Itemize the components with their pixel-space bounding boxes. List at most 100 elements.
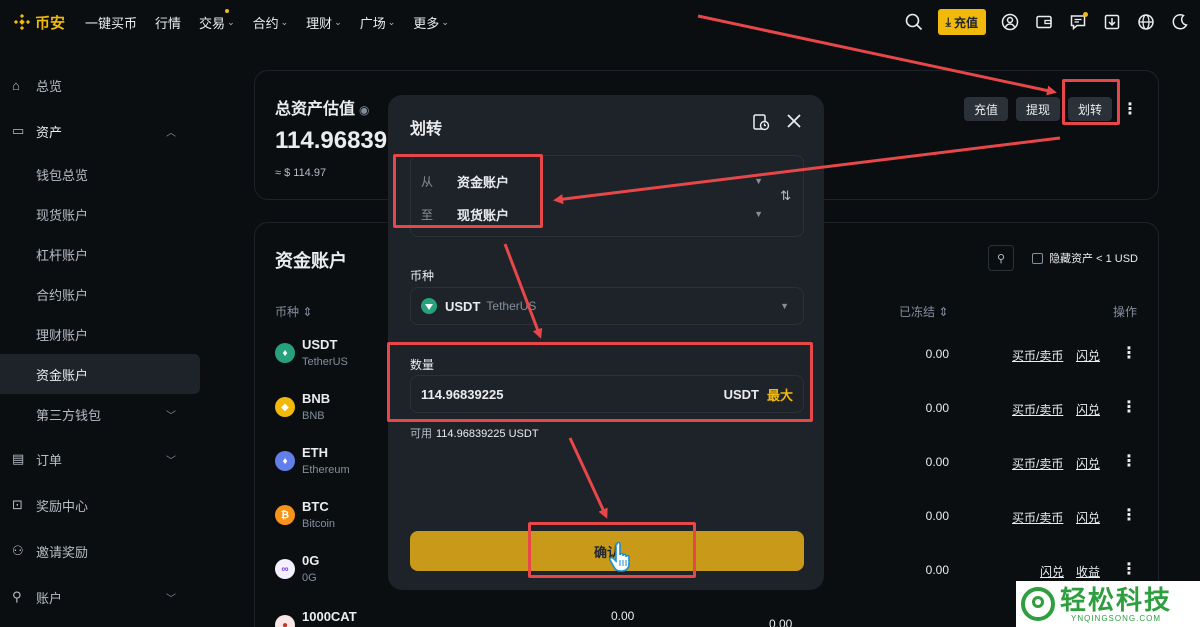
nav-item[interactable]: 行情	[155, 13, 181, 32]
wallet-icon[interactable]	[1034, 12, 1054, 32]
nav-item[interactable]: 交易 ⌄	[199, 8, 235, 32]
transfer-button[interactable]: 划转	[1067, 97, 1112, 121]
swap-icon[interactable]: ⇅	[780, 188, 791, 204]
sidebar-subitem[interactable]: 理财账户	[0, 314, 200, 354]
estimate-usd: ≈ $ 114.97	[275, 167, 327, 179]
coin-symbol: BNB	[302, 391, 331, 406]
coin-name: Ethereum	[302, 464, 350, 476]
row-action-link[interactable]: 闪兑	[1076, 401, 1100, 418]
chevron-up-icon: ︿	[166, 127, 176, 139]
history-icon[interactable]	[752, 113, 770, 134]
chevron-down-icon: ⌄	[387, 16, 396, 27]
row-action-link[interactable]: 闪兑	[1076, 509, 1100, 526]
top-deposit-button[interactable]: ⤓ 充值	[937, 9, 986, 35]
brand-name: 币安	[35, 14, 66, 32]
coin-symbol: 0G	[302, 553, 320, 568]
frozen-amount: 0.00	[925, 509, 949, 523]
brand-logo[interactable]: 币安	[14, 12, 65, 33]
usdt-icon	[421, 298, 437, 314]
sidebar-item-rewards[interactable]: ⊡ 奖励中心	[0, 482, 200, 528]
funding-title: 资金账户	[275, 251, 347, 271]
frozen-amount: 0.00	[925, 401, 949, 415]
from-to-selector: 从 资金账户 ▼ 至 现货账户 ▼ ⇅	[410, 155, 804, 237]
estimate-value: 114.96839	[275, 127, 388, 154]
more-vertical-icon[interactable]: ⋮	[1121, 451, 1137, 471]
more-vertical-icon[interactable]: ⋮	[1121, 343, 1137, 363]
sidebar-subitem[interactable]: 合约账户	[0, 274, 200, 314]
from-account-select[interactable]: 从 资金账户	[421, 172, 509, 191]
eye-icon[interactable]: ◉	[359, 103, 369, 117]
hide-small-assets-checkbox[interactable]: 隐藏资产 < 1 USD	[1032, 250, 1138, 266]
amount-input[interactable]: 114.96839225 USDT 最大	[410, 375, 804, 413]
sidebar-subitem[interactable]: 钱包总览	[0, 154, 200, 194]
ticket-icon: ⊡	[12, 497, 23, 512]
chevron-down-icon: ⌄	[441, 16, 449, 27]
row-action-link[interactable]: 买币/卖币	[1012, 509, 1063, 526]
amount-label: 数量	[410, 358, 435, 372]
caret-down-icon: ▼	[754, 176, 763, 186]
close-icon[interactable]	[786, 113, 802, 132]
max-button[interactable]: 最大	[767, 385, 793, 404]
nav-item[interactable]: 合约 ⌄	[253, 13, 289, 32]
row-action-link[interactable]: 买币/卖币	[1012, 401, 1063, 418]
sidebar-subitem[interactable]: 杠杆账户	[0, 234, 200, 274]
confirm-button[interactable]: 确认	[410, 531, 804, 571]
to-account-select[interactable]: 至 现货账户	[421, 205, 509, 224]
row-action-link[interactable]: 闪兑	[1040, 563, 1064, 580]
chevron-down-icon: ⌄	[280, 16, 289, 27]
watermark-logo-icon	[1021, 587, 1055, 621]
withdraw-button[interactable]: 提现	[1015, 97, 1060, 121]
moon-icon[interactable]	[1170, 12, 1190, 32]
nav-item[interactable]: 更多 ⌄	[413, 13, 449, 32]
more-vertical-icon[interactable]: ⋮	[1121, 505, 1137, 525]
row-action-link[interactable]: 闪兑	[1076, 347, 1100, 364]
sidebar-item-referral[interactable]: ⚇ 邀请奖励	[0, 528, 200, 574]
wallet-icon: ▭	[12, 123, 25, 138]
nav-item[interactable]: 一键买币	[85, 13, 137, 32]
available-balance: 可用 114.96839225 USDT	[410, 428, 539, 440]
partial-value: 0.00	[769, 617, 793, 627]
more-vertical-icon[interactable]: ⋮	[1122, 99, 1138, 119]
watermark: 轻松科技 YNQINGSONG.COM	[1016, 581, 1200, 627]
search-icon[interactable]: ⚲	[988, 245, 1015, 271]
more-vertical-icon[interactable]: ⋮	[1121, 559, 1137, 579]
estimate-title: 总资产估值 ◉	[275, 101, 370, 118]
sidebar-item-account[interactable]: ⚲ 账户 ﹀	[0, 574, 200, 620]
coin-name: TetherUS	[302, 356, 348, 368]
message-icon[interactable]	[1068, 12, 1088, 32]
more-vertical-icon[interactable]: ⋮	[1121, 397, 1137, 417]
watermark-sub: YNQINGSONG.COM	[1071, 613, 1162, 623]
nav-menu: 一键买币 行情 交易 ⌄ 合约 ⌄ 理财 ⌄ 广场 ⌄ 更多 ⌄	[85, 8, 467, 32]
row-action-link[interactable]: 闪兑	[1076, 455, 1100, 472]
download-icon[interactable]	[1102, 12, 1122, 32]
chevron-down-icon: ﹀	[166, 593, 176, 605]
column-frozen[interactable]: 已冻结 ⇕	[899, 303, 948, 320]
column-coin[interactable]: 币种 ⇕	[275, 303, 312, 320]
sidebar-subitem[interactable]: 第三方钱包 ﹀	[0, 394, 200, 434]
chevron-down-icon: ﹀	[166, 455, 176, 467]
orders-icon: ▤	[12, 451, 25, 466]
coin-icon: ₿	[275, 505, 295, 525]
search-icon[interactable]	[904, 12, 924, 32]
user-icon[interactable]	[1000, 12, 1020, 32]
sidebar-group-assets[interactable]: ▭ 资产 ︿	[0, 108, 200, 154]
sidebar-item-orders[interactable]: ▤ 订单 ﹀	[0, 436, 200, 482]
frozen-amount: 0.00	[925, 563, 949, 577]
coin-icon: ♦	[275, 343, 295, 363]
globe-icon[interactable]	[1136, 12, 1156, 32]
row-action-link[interactable]: 收益	[1076, 563, 1100, 580]
transfer-modal: 划转 从 资金账户 ▼ 至 现货账户 ▼ ⇅ 币种 USDT TetherUS …	[388, 95, 824, 590]
coin-name: BNB	[302, 410, 325, 422]
sidebar-item-overview[interactable]: ⌂ 总览	[0, 62, 200, 108]
top-right-tools: ⤓ 充值	[890, 0, 1190, 44]
sidebar-subitem[interactable]: 现货账户	[0, 194, 200, 234]
caret-down-icon: ▼	[780, 301, 789, 311]
nav-item[interactable]: 广场 ⌄	[360, 13, 396, 32]
deposit-button[interactable]: 充值	[963, 97, 1008, 121]
sidebar-subitem[interactable]: 资金账户	[0, 354, 200, 394]
row-action-link[interactable]: 买币/卖币	[1012, 347, 1063, 364]
coin-select[interactable]: USDT TetherUS ▼	[410, 287, 804, 325]
nav-item[interactable]: 理财 ⌄	[306, 13, 342, 32]
checkbox-box	[1032, 252, 1044, 264]
row-action-link[interactable]: 买币/卖币	[1012, 455, 1063, 472]
